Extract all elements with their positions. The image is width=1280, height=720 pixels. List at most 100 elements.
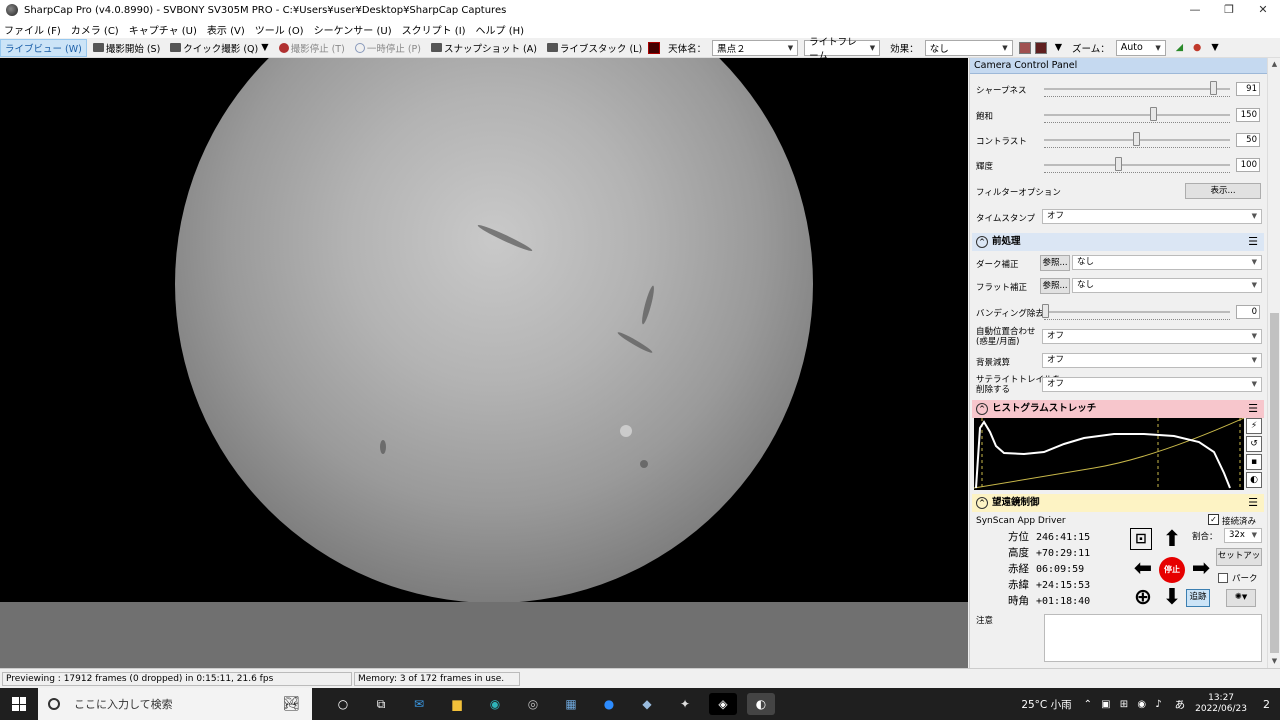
brightness-slider[interactable] xyxy=(1044,164,1230,166)
notepad-icon[interactable]: ◆ xyxy=(633,693,661,715)
histogram-chart[interactable] xyxy=(973,417,1245,490)
store-icon[interactable]: ▦ xyxy=(557,693,585,715)
flat-browse-button[interactable]: 参照... xyxy=(1040,278,1070,294)
setup-button[interactable]: セットアップ xyxy=(1216,548,1262,566)
arrow-left-icon[interactable]: ⬅ xyxy=(1130,557,1156,583)
mail-icon[interactable]: ✉ xyxy=(405,693,433,715)
dark-browse-button[interactable]: 参照... xyxy=(1040,255,1070,271)
scroll-up-icon[interactable]: ▲ xyxy=(1268,58,1280,71)
arrow-down-icon[interactable]: ⬇ xyxy=(1159,586,1185,612)
maximize-button[interactable]: ❐ xyxy=(1212,0,1246,20)
display-stretch-icon[interactable]: ◢ xyxy=(1172,39,1187,57)
ascom-icon[interactable]: ◈ xyxy=(709,693,737,715)
clock[interactable]: 13:27 2022/06/23 xyxy=(1195,693,1247,715)
scroll-down-icon[interactable]: ▼ xyxy=(1268,655,1280,668)
stellarium-icon[interactable]: ✦ xyxy=(671,693,699,715)
hamburger-menu-icon[interactable]: ☰ xyxy=(1248,233,1258,251)
dark-select[interactable]: なし ▼ xyxy=(1072,255,1262,270)
hamburger-menu-icon[interactable]: ☰ xyxy=(1248,494,1258,512)
menu-scripting[interactable]: スクリプト (I) xyxy=(402,22,466,37)
collapse-icon[interactable]: ^ xyxy=(976,236,988,248)
close-button[interactable]: ✕ xyxy=(1246,0,1280,20)
fwhm-tool-icon[interactable] xyxy=(1034,41,1047,54)
save-icon[interactable]: ▪ xyxy=(1246,454,1262,470)
weather-widget-icon[interactable]: 🏞 xyxy=(282,696,300,712)
menu-tools[interactable]: ツール (O) xyxy=(255,22,304,37)
tray-icons[interactable]: ⌃ ▣ ⊞ ◉ ♪ xyxy=(1084,699,1165,710)
banding-thumb[interactable] xyxy=(1042,304,1049,318)
saturation-value[interactable]: 150 xyxy=(1236,108,1260,122)
sharpness-value[interactable]: 91 xyxy=(1236,82,1260,96)
scroll-thumb[interactable] xyxy=(1270,313,1279,653)
notifications-badge[interactable]: 2 xyxy=(1263,698,1270,711)
saturation-thumb[interactable] xyxy=(1150,107,1157,121)
filter-show-button[interactable]: 表示... xyxy=(1185,183,1261,199)
notes-textarea[interactable] xyxy=(1044,614,1262,662)
live-view-button[interactable]: ライブビュー (W) xyxy=(0,38,87,57)
histogram-header[interactable]: ^ ヒストグラムストレッチ ☰ xyxy=(972,400,1264,418)
collapse-icon[interactable]: ^ xyxy=(976,403,988,415)
menu-view[interactable]: 表示 (V) xyxy=(207,22,245,37)
zoom-select[interactable]: Auto ▼ xyxy=(1115,39,1166,56)
sharpness-thumb[interactable] xyxy=(1210,81,1217,95)
chevron-down-icon[interactable]: ▼ xyxy=(261,42,268,53)
park-checkbox[interactable] xyxy=(1218,573,1228,583)
arrow-up-icon[interactable]: ⬆ xyxy=(1159,528,1185,554)
target-name-select[interactable]: 黒点２ ▼ xyxy=(712,39,799,56)
magnifier-icon[interactable]: ● xyxy=(1189,39,1205,57)
zoom-app-icon[interactable]: ● xyxy=(595,693,623,715)
menu-sequencer[interactable]: シーケンサー (U) xyxy=(314,22,392,37)
menu-capture[interactable]: キャプチャ (U) xyxy=(129,22,197,37)
panel-scrollbar[interactable]: ▲ ▼ xyxy=(1267,58,1280,668)
preprocessing-header[interactable]: ^ 前処理 ☰ xyxy=(972,233,1264,251)
rate-select[interactable]: 32x ▼ xyxy=(1224,528,1262,543)
live-stack-button[interactable]: ライブスタック (L) xyxy=(543,39,646,57)
cortana-icon[interactable]: ○ xyxy=(329,693,357,715)
flat-select[interactable]: なし ▼ xyxy=(1072,278,1262,293)
connected-checkbox[interactable]: ✓ xyxy=(1208,514,1219,525)
target-icon[interactable]: ⊕ xyxy=(1130,586,1156,612)
menu-camera[interactable]: カメラ (C) xyxy=(71,22,119,37)
histogram-tool-icon[interactable] xyxy=(1018,41,1031,54)
auto-stretch-icon[interactable]: ⚡ xyxy=(1246,418,1262,434)
collapse-icon[interactable]: ^ xyxy=(976,497,988,509)
reset-icon[interactable]: ↺ xyxy=(1246,436,1262,452)
quick-capture-button[interactable]: クイック撮影 (Q) ▼ xyxy=(166,39,272,57)
brightness-value[interactable]: 100 xyxy=(1236,158,1260,172)
ime-indicator[interactable]: あ xyxy=(1175,697,1186,712)
toggle-icon[interactable]: ◐ xyxy=(1246,472,1262,488)
contrast-value[interactable]: 50 xyxy=(1236,133,1260,147)
start-capture-button[interactable]: 撮影開始 (S) xyxy=(89,39,164,57)
start-button[interactable] xyxy=(0,688,38,720)
goto-icon[interactable]: ⊡ xyxy=(1130,528,1152,550)
edge-icon[interactable]: ◉ xyxy=(481,693,509,715)
background-subtraction-select[interactable]: オフ ▼ xyxy=(1042,353,1262,368)
telescope-header[interactable]: ^ 望遠鏡制御 ☰ xyxy=(972,494,1264,512)
hamburger-menu-icon[interactable]: ☰ xyxy=(1248,400,1258,418)
sharpcap-taskbar-icon[interactable]: ◐ xyxy=(747,693,775,715)
banding-slider[interactable] xyxy=(1044,311,1230,313)
app-icon[interactable]: ◎ xyxy=(519,693,547,715)
arrow-right-icon[interactable]: ➡ xyxy=(1188,557,1214,583)
sun-tracking-select[interactable]: ✺▼ xyxy=(1226,589,1256,607)
auto-align-select[interactable]: オフ ▼ xyxy=(1042,329,1262,344)
frame-type-select[interactable]: ライトフレーム ▼ xyxy=(804,37,881,62)
histogram-display[interactable] xyxy=(973,417,1245,490)
stop-button[interactable]: 停止 xyxy=(1159,557,1185,583)
image-viewer[interactable] xyxy=(0,58,968,602)
minimize-button[interactable]: — xyxy=(1178,0,1212,20)
task-view-icon[interactable]: ⧉ xyxy=(367,693,395,715)
weather-status[interactable]: 25°C 小雨 xyxy=(1021,697,1071,712)
pause-button[interactable]: 一時停止 (P) xyxy=(351,39,425,57)
timestamp-select[interactable]: オフ ▼ xyxy=(1042,209,1262,224)
taskbar-search[interactable]: ここに入力して検索 🏞 xyxy=(38,688,312,720)
effect-select[interactable]: なし ▼ xyxy=(924,39,1013,56)
reticle-icon[interactable] xyxy=(648,41,661,54)
chevron-down-icon[interactable]: ▼ xyxy=(1207,39,1222,57)
snapshot-button[interactable]: スナップショット (A) xyxy=(427,39,541,57)
satellite-trail-select[interactable]: オフ ▼ xyxy=(1042,377,1262,392)
menu-help[interactable]: ヘルプ (H) xyxy=(476,22,525,37)
stop-capture-button[interactable]: 撮影停止 (T) xyxy=(275,39,349,57)
contrast-thumb[interactable] xyxy=(1133,132,1140,146)
banding-value[interactable]: 0 xyxy=(1236,305,1260,319)
